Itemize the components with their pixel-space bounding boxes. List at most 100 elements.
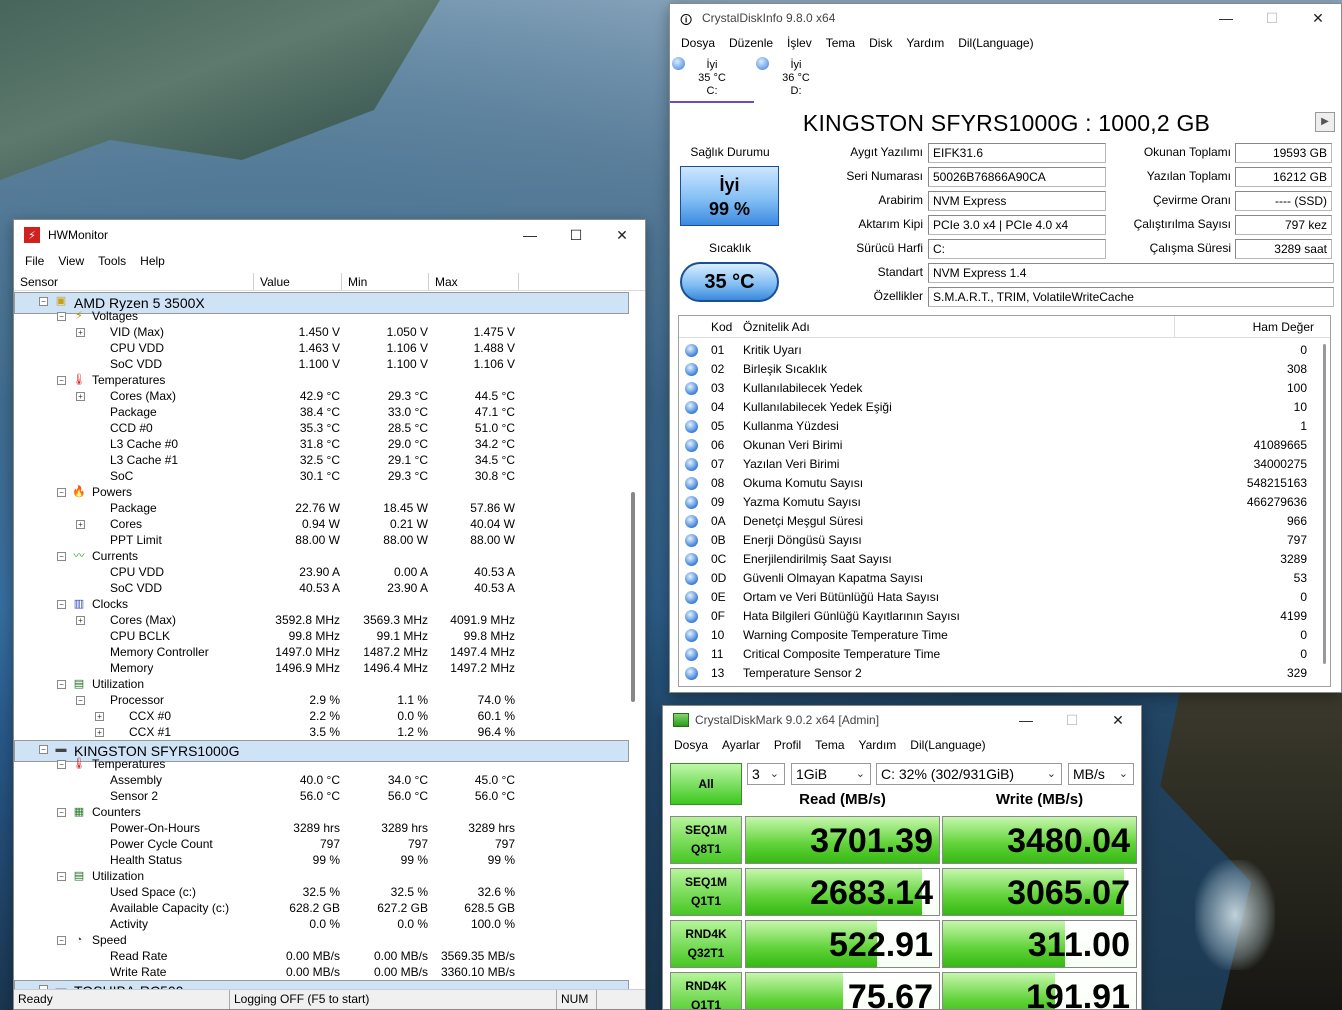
- attribute-row[interactable]: 04 Kullanılabilecek Yedek Eşiği 10: [679, 398, 1319, 417]
- sensor-row[interactable]: − ⚡ Voltages: [14, 308, 629, 324]
- sensor-row[interactable]: − 🌡 Temperatures: [14, 372, 629, 388]
- unit-select[interactable]: MB/s ⌄: [1068, 763, 1134, 785]
- attribute-row[interactable]: 10 Warning Composite Temperature Time 0: [679, 626, 1319, 645]
- test-run-button[interactable]: SEQ1M Q8T1: [670, 816, 742, 864]
- collapse-icon[interactable]: −: [57, 376, 66, 385]
- menu-item-i-lev[interactable]: İşlev: [780, 36, 819, 50]
- maximize-icon[interactable]: ☐: [553, 220, 599, 250]
- collapse-icon[interactable]: −: [76, 696, 85, 705]
- attribute-row[interactable]: 05 Kullanma Yüzdesi 1: [679, 417, 1319, 436]
- sensor-row[interactable]: Memory Controller 1497.0 MHz 1487.2 MHz 149…: [14, 644, 629, 660]
- sensor-row[interactable]: − 🔥 Powers: [14, 484, 629, 500]
- sensor-row[interactable]: Assembly 40.0 °C 34.0 °C 45.0 °C: [14, 772, 629, 788]
- test-run-button[interactable]: RND4K Q1T1: [670, 972, 742, 1009]
- test-run-button[interactable]: SEQ1M Q1T1: [670, 868, 742, 916]
- attribute-row[interactable]: 0C Enerjilendirilmiş Saat Sayısı 3289: [679, 550, 1319, 569]
- sensor-row[interactable]: SoC VDD 40.53 A 23.90 A 40.53 A: [14, 580, 629, 596]
- sensor-row[interactable]: Power Cycle Count 797 797 797: [14, 836, 629, 852]
- expand-icon[interactable]: +: [76, 520, 85, 529]
- collapse-icon[interactable]: −: [57, 600, 66, 609]
- attribute-row[interactable]: 07 Yazılan Veri Birimi 34000275: [679, 455, 1319, 474]
- attribute-row[interactable]: 0F Hata Bilgileri Günlüğü Kayıtlarının Sa…: [679, 607, 1319, 626]
- close-icon[interactable]: ✕: [599, 220, 645, 250]
- sensor-row[interactable]: Package 22.76 W 18.45 W 57.86 W: [14, 500, 629, 516]
- column-kod[interactable]: Kod: [711, 316, 732, 338]
- column-attribute-name[interactable]: Öznitelik Adı: [743, 316, 810, 338]
- expand-icon[interactable]: +: [95, 712, 104, 721]
- sensor-row[interactable]: CCD #0 35.3 °C 28.5 °C 51.0 °C: [14, 420, 629, 436]
- sensor-row[interactable]: Sensor 2 56.0 °C 56.0 °C 56.0 °C: [14, 788, 629, 804]
- column-max[interactable]: Max: [429, 273, 519, 290]
- menu-item-dosya[interactable]: Dosya: [674, 36, 722, 50]
- sensor-row[interactable]: CPU VDD 23.90 A 0.00 A 40.53 A: [14, 564, 629, 580]
- sensor-row[interactable]: Power-On-Hours 3289 hrs 3289 hrs 3289 hrs: [14, 820, 629, 836]
- sensor-row[interactable]: + Cores (Max) 42.9 °C 29.3 °C 44.5 °C: [14, 388, 629, 404]
- collapse-icon[interactable]: −: [57, 872, 66, 881]
- sensor-row[interactable]: + CCX #1 3.5 % 1.2 % 96.4 %: [14, 724, 629, 740]
- next-disk-button[interactable]: ▶: [1315, 112, 1335, 132]
- minimize-icon[interactable]: —: [1203, 4, 1249, 33]
- sensor-row[interactable]: − ▦ Counters: [14, 804, 629, 820]
- menu-item-disk[interactable]: Disk: [862, 36, 899, 50]
- menu-item-tema[interactable]: Tema: [819, 36, 862, 50]
- sensor-row[interactable]: − ▤ Utilization: [14, 868, 629, 884]
- menu-item-tools[interactable]: Tools: [91, 254, 133, 268]
- sensor-row[interactable]: Memory 1496.9 MHz 1496.4 MHz 1497.2 MHz: [14, 660, 629, 676]
- sensor-row[interactable]: − ▤ Utilization: [14, 676, 629, 692]
- sensor-row[interactable]: + Cores (Max) 3592.8 MHz 3569.3 MHz 4091.9 M…: [14, 612, 629, 628]
- menu-item-ayarlar[interactable]: Ayarlar: [715, 738, 767, 752]
- drive-select[interactable]: C: 32% (302/931GiB) ⌄: [876, 763, 1062, 785]
- vertical-scrollbar[interactable]: [1323, 338, 1327, 683]
- sensor-row[interactable]: − 〰 Currents: [14, 548, 629, 564]
- expand-icon[interactable]: +: [95, 728, 104, 737]
- sensor-row[interactable]: Write Rate 0.00 MB/s 0.00 MB/s 3360.10 MB/s: [14, 964, 629, 980]
- collapse-icon[interactable]: −: [57, 680, 66, 689]
- menu-item-yard-m[interactable]: Yardım: [899, 36, 951, 50]
- attribute-row[interactable]: 13 Temperature Sensor 2 329: [679, 664, 1319, 683]
- attribute-row[interactable]: 03 Kullanılabilecek Yedek 100: [679, 379, 1319, 398]
- collapse-icon[interactable]: −: [57, 760, 66, 769]
- attribute-row[interactable]: 0B Enerji Döngüsü Sayısı 797: [679, 531, 1319, 550]
- collapse-icon[interactable]: −: [57, 808, 66, 817]
- collapse-icon[interactable]: −: [57, 312, 66, 321]
- menu-item-yard-m[interactable]: Yardım: [852, 738, 904, 752]
- run-all-button[interactable]: All: [670, 763, 742, 805]
- collapse-icon[interactable]: −: [39, 297, 48, 306]
- attribute-row[interactable]: 02 Birleşik Sıcaklık 308: [679, 360, 1319, 379]
- sensor-row[interactable]: Health Status 99 % 99 % 99 %: [14, 852, 629, 868]
- sensor-row[interactable]: + VID (Max) 1.450 V 1.050 V 1.475 V: [14, 324, 629, 340]
- scrollbar-thumb[interactable]: [631, 492, 635, 702]
- column-value[interactable]: Value: [254, 273, 342, 290]
- attribute-row[interactable]: 0E Ortam ve Veri Bütünlüğü Hata Sayısı 0: [679, 588, 1319, 607]
- collapse-icon[interactable]: −: [39, 745, 48, 754]
- close-icon[interactable]: ✕: [1095, 706, 1141, 735]
- menu-item-profil[interactable]: Profil: [767, 738, 808, 752]
- sensor-row[interactable]: − Processor 2.9 % 1.1 % 74.0 %: [14, 692, 629, 708]
- menu-item-dosya[interactable]: Dosya: [667, 738, 715, 752]
- attribute-row[interactable]: 11 Critical Composite Temperature Time 0: [679, 645, 1319, 664]
- sensor-row[interactable]: SoC VDD 1.100 V 1.100 V 1.106 V: [14, 356, 629, 372]
- temperature-badge[interactable]: 35 °C: [680, 262, 779, 302]
- sensor-row[interactable]: − ◔ Speed: [14, 932, 629, 948]
- expand-icon[interactable]: +: [76, 392, 85, 401]
- attribute-row[interactable]: 0A Denetçi Meşgul Süresi 966: [679, 512, 1319, 531]
- cdm-titlebar[interactable]: CrystalDiskMark 9.0.2 x64 [Admin] — ☐ ✕: [663, 706, 1141, 734]
- crystaldiskmark-window[interactable]: CrystalDiskMark 9.0.2 x64 [Admin] — ☐ ✕ …: [662, 705, 1142, 1010]
- sensor-row[interactable]: L3 Cache #1 32.5 °C 29.1 °C 34.5 °C: [14, 452, 629, 468]
- sensor-row[interactable]: L3 Cache #0 31.8 °C 29.0 °C 34.2 °C: [14, 436, 629, 452]
- sensor-row[interactable]: Activity 0.0 % 0.0 % 100.0 %: [14, 916, 629, 932]
- column-sensor[interactable]: Sensor: [14, 273, 254, 290]
- sensor-row[interactable]: Package 38.4 °C 33.0 °C 47.1 °C: [14, 404, 629, 420]
- test-run-button[interactable]: RND4K Q32T1: [670, 920, 742, 968]
- drive-tab-c[interactable]: İyi 35 °C C:: [670, 55, 754, 103]
- menu-item-view[interactable]: View: [51, 254, 91, 268]
- menu-item-dil-language-[interactable]: Dil(Language): [951, 36, 1040, 50]
- scrollbar-thumb[interactable]: [1323, 344, 1326, 664]
- sensor-row[interactable]: + CCX #0 2.2 % 0.0 % 60.1 %: [14, 708, 629, 724]
- menu-item-help[interactable]: Help: [133, 254, 172, 268]
- attribute-row[interactable]: 08 Okuma Komutu Sayısı 548215163: [679, 474, 1319, 493]
- column-min[interactable]: Min: [342, 273, 429, 290]
- sensor-row[interactable]: SoC 30.1 °C 29.3 °C 30.8 °C: [14, 468, 629, 484]
- crystaldiskinfo-window[interactable]: 🛈 CrystalDiskInfo 9.8.0 x64 — ☐ ✕ Dosya D…: [669, 3, 1342, 693]
- sensor-row[interactable]: + Cores 0.94 W 0.21 W 40.04 W: [14, 516, 629, 532]
